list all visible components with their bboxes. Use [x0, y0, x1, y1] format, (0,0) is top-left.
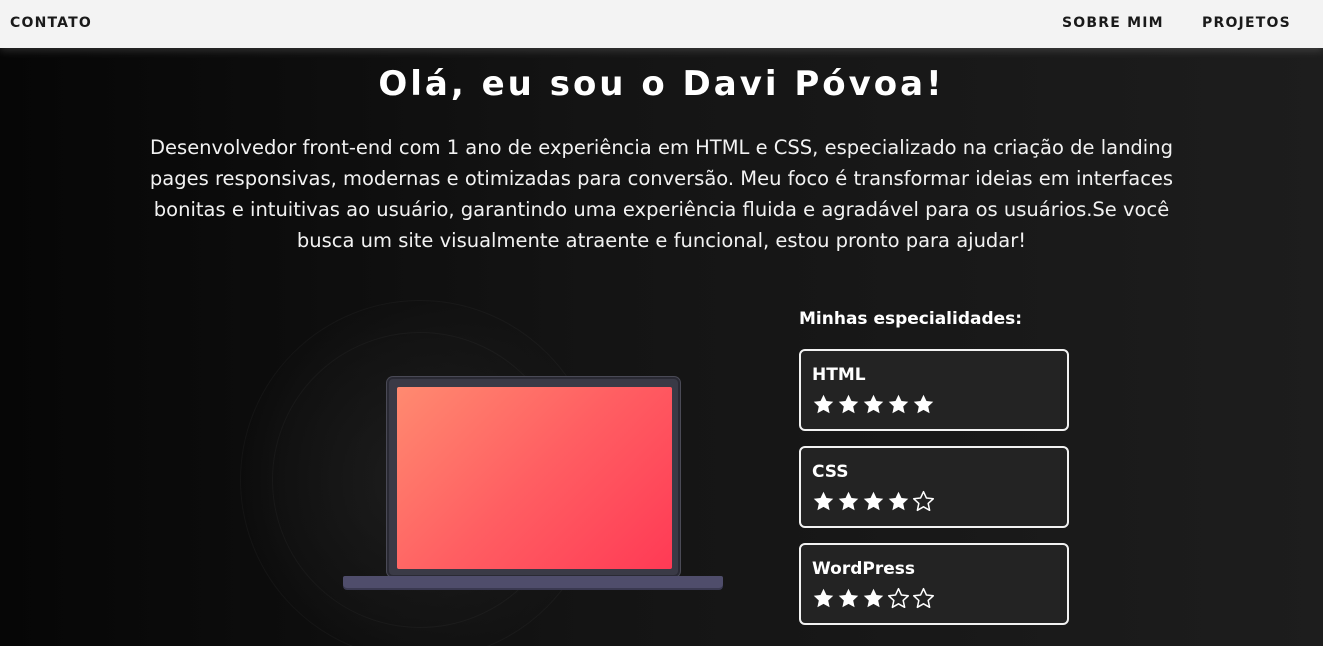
- nav-link-contato[interactable]: CONTATO: [10, 15, 92, 31]
- hero-title: Olá, eu sou o Davi Póvoa!: [378, 64, 945, 104]
- skill-card-html: HTML: [799, 349, 1069, 431]
- star-filled-icon: [888, 491, 909, 511]
- nav-link-projetos[interactable]: PROJETOS: [1202, 15, 1291, 31]
- top-navbar: CONTATO SOBRE MIM PROJETOS: [0, 0, 1323, 48]
- star-filled-icon: [838, 588, 859, 608]
- skill-name: CSS: [812, 462, 849, 482]
- skill-card-css: CSS: [799, 446, 1069, 528]
- skill-rating: [812, 587, 935, 609]
- star-filled-icon: [838, 394, 859, 414]
- star-filled-icon: [813, 588, 834, 608]
- skill-name: HTML: [812, 365, 866, 385]
- star-filled-icon: [813, 491, 834, 511]
- star-filled-icon: [813, 394, 834, 414]
- star-filled-icon: [888, 394, 909, 414]
- star-filled-icon: [913, 394, 934, 414]
- skills-heading: Minhas especialidades:: [799, 309, 1023, 329]
- skill-rating: [812, 393, 935, 415]
- skill-card-wordpress: WordPress: [799, 543, 1069, 625]
- laptop-screen: [397, 387, 672, 569]
- star-outline-icon: [887, 587, 910, 609]
- star-filled-icon: [863, 588, 884, 608]
- laptop-base: [343, 576, 723, 588]
- hero-description: Desenvolvedor front-end com 1 ano de exp…: [149, 136, 1174, 252]
- star-filled-icon: [838, 491, 859, 511]
- star-filled-icon: [863, 491, 884, 511]
- skill-name: WordPress: [812, 559, 915, 579]
- star-filled-icon: [863, 394, 884, 414]
- star-outline-icon: [912, 587, 935, 609]
- star-outline-icon: [912, 490, 935, 512]
- nav-link-sobre-mim[interactable]: SOBRE MIM: [1062, 15, 1164, 31]
- skill-rating: [812, 490, 935, 512]
